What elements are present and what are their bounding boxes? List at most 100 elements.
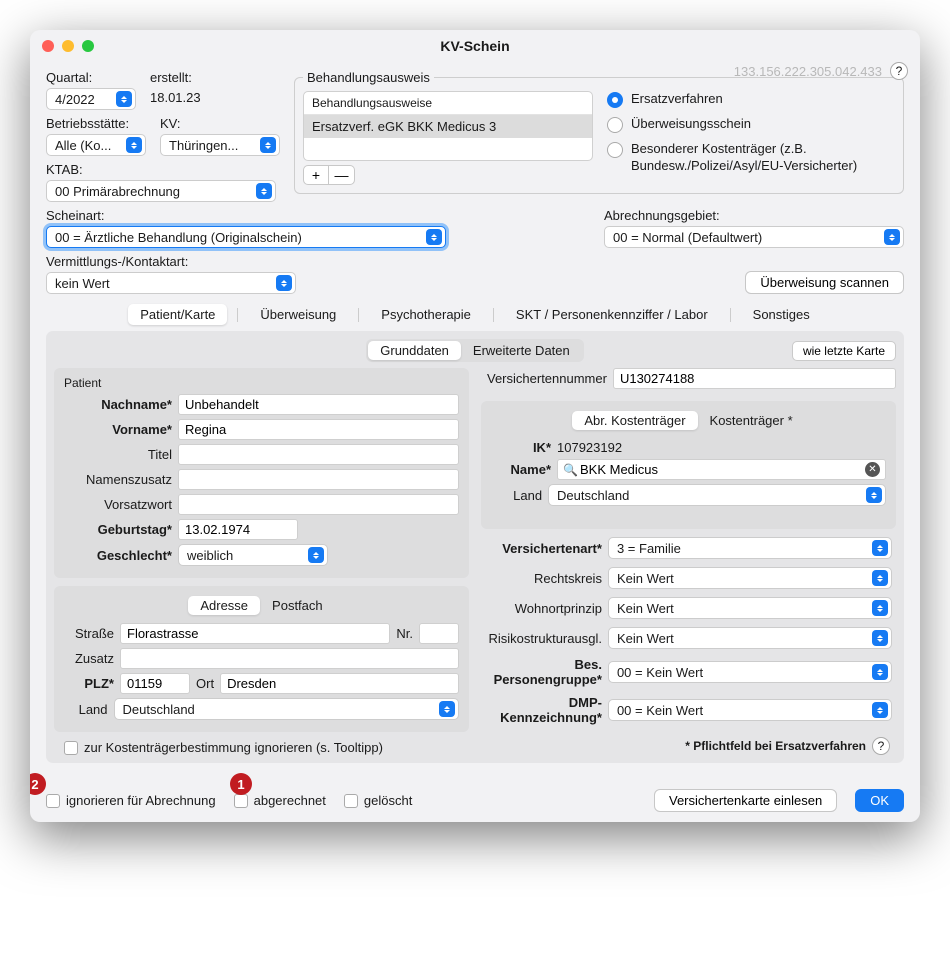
tab-grunddaten[interactable]: Grunddaten — [368, 341, 461, 360]
search-icon: 🔍 — [563, 463, 578, 477]
pflichtfeld-note: * Pflichtfeld bei Ersatzverfahren — [685, 739, 866, 753]
tab-skt[interactable]: SKT / Personenkennziffer / Labor — [504, 304, 720, 325]
abrechnungsgebiet-select[interactable]: 00 = Normal (Defaultwert) — [604, 226, 904, 248]
versichertenart-select[interactable]: 3 = Familie — [608, 537, 892, 559]
betriebsstaette-select[interactable]: Alle (Ko... — [46, 134, 146, 156]
remove-button[interactable]: — — [329, 165, 355, 185]
kt-name-label: Name* — [491, 462, 551, 477]
risiko-select[interactable]: Kein Wert — [608, 627, 892, 649]
behandlungsausweis-legend: Behandlungsausweis — [303, 70, 434, 85]
adresse-subpanel: Adresse Postfach StraßeNr. Zusatz PLZ*Or… — [54, 586, 469, 732]
tab-sonstiges[interactable]: Sonstiges — [741, 304, 822, 325]
geburtstag-label: Geburtstag* — [64, 522, 172, 537]
versichertennummer-label: Versichertennummer — [487, 371, 607, 386]
strasse-input[interactable] — [120, 623, 390, 644]
nachname-input[interactable] — [178, 394, 459, 415]
vorname-input[interactable] — [178, 419, 459, 440]
vorsatzwort-input[interactable] — [178, 494, 459, 515]
kv-schein-window: KV-Schein 133.156.222.305.042.433 ? Quar… — [30, 30, 920, 822]
ktab-select[interactable]: 00 Primärabrechnung — [46, 180, 276, 202]
scheinart-select[interactable]: 00 = Ärztliche Behandlung (Originalschei… — [46, 226, 446, 248]
clear-icon[interactable]: ✕ — [865, 462, 880, 477]
kostentraeger-tabs: Abr. Kostenträger Kostenträger * — [570, 409, 806, 432]
chevron-updown-icon — [872, 702, 888, 718]
kt-land-select[interactable]: Deutschland — [548, 484, 886, 506]
tab-psychotherapie[interactable]: Psychotherapie — [369, 304, 483, 325]
ok-button[interactable]: OK — [855, 789, 904, 812]
tab-ueberweisung[interactable]: Überweisung — [248, 304, 348, 325]
kv-select[interactable]: Thüringen... — [160, 134, 280, 156]
dmp-select[interactable]: 00 = Kein Wert — [608, 699, 892, 721]
chevron-updown-icon — [439, 701, 455, 717]
main-tabs: Patient/Karte Überweisung Psychotherapie… — [46, 304, 904, 325]
ktab-label: KTAB: — [46, 162, 280, 177]
chevron-updown-icon — [872, 600, 888, 616]
quartal-select[interactable]: 4/2022 — [46, 88, 136, 110]
ort-label: Ort — [196, 676, 214, 691]
abgerechnet-checkbox[interactable]: abgerechnet — [234, 793, 326, 808]
geburtstag-input[interactable] — [178, 519, 298, 540]
chevron-updown-icon — [872, 570, 888, 586]
zusatz-input[interactable] — [120, 648, 459, 669]
dmp-label: DMP-Kennzeichnung* — [485, 695, 602, 725]
tab-postfach[interactable]: Postfach — [260, 596, 335, 615]
erstellt-label: erstellt: — [150, 70, 201, 85]
geschlecht-select[interactable]: weiblich — [178, 544, 328, 566]
patient-legend: Patient — [64, 376, 459, 390]
list-item-empty — [304, 138, 592, 160]
pflicht-help-button[interactable]: ? — [872, 737, 890, 755]
wie-letzte-karte-button[interactable]: wie letzte Karte — [792, 341, 896, 361]
titel-input[interactable] — [178, 444, 459, 465]
patient-panel: Grunddaten Erweiterte Daten wie letzte K… — [46, 331, 904, 763]
tab-abr-kostentraeger[interactable]: Abr. Kostenträger — [572, 411, 697, 430]
ort-input[interactable] — [220, 673, 459, 694]
tab-kostentraeger[interactable]: Kostenträger * — [698, 411, 805, 430]
nachname-label: Nachname* — [64, 397, 172, 412]
behandlungsausweise-list[interactable]: Behandlungsausweise Ersatzverf. eGK BKK … — [303, 91, 593, 161]
ik-label: IK* — [491, 440, 551, 455]
rechtskreis-select[interactable]: Kein Wert — [608, 567, 892, 589]
personengruppe-select[interactable]: 00 = Kein Wert — [608, 661, 892, 683]
ignore-checkbox[interactable]: zur Kostenträgerbestimmung ignorieren (s… — [64, 740, 469, 755]
help-button[interactable]: ? — [890, 62, 908, 80]
namenszusatz-label: Namenszusatz — [64, 472, 172, 487]
ik-value: 107923192 — [557, 440, 622, 455]
geschlecht-label: Geschlecht* — [64, 548, 172, 563]
checkbox-icon — [234, 794, 248, 808]
kostentraeger-subpanel: Abr. Kostenträger Kostenträger * IK* 1079… — [481, 401, 896, 529]
radio-kostentraeger[interactable]: Besonderer Kostenträger (z.B. Bundesw./P… — [607, 141, 895, 175]
badge-1: 1 — [230, 773, 252, 795]
einlesen-button[interactable]: Versichertenkarte einlesen — [654, 789, 837, 812]
tab-patient[interactable]: Patient/Karte — [128, 304, 227, 325]
wohnort-label: Wohnortprinzip — [485, 601, 602, 616]
checkbox-icon — [344, 794, 358, 808]
tab-adresse[interactable]: Adresse — [188, 596, 260, 615]
wohnort-select[interactable]: Kein Wert — [608, 597, 892, 619]
nr-input[interactable] — [419, 623, 459, 644]
land-select[interactable]: Deutschland — [114, 698, 459, 720]
ueberweisung-scannen-button[interactable]: Überweisung scannen — [745, 271, 904, 294]
geloescht-checkbox[interactable]: gelöscht — [344, 793, 412, 808]
kt-name-input[interactable] — [557, 459, 886, 480]
radio-ersatzverfahren[interactable]: Ersatzverfahren — [607, 91, 895, 108]
list-item[interactable]: Ersatzverf. eGK BKK Medicus 3 — [304, 115, 592, 138]
vorsatzwort-label: Vorsatzwort — [64, 497, 172, 512]
rechtskreis-label: Rechtskreis — [485, 571, 602, 586]
vermittlung-select[interactable]: kein Wert — [46, 272, 296, 294]
plz-input[interactable] — [120, 673, 190, 694]
adresse-tabs: Adresse Postfach — [186, 594, 336, 617]
radio-icon — [607, 117, 623, 133]
chevron-updown-icon — [872, 664, 888, 680]
ignore-abrechnung-checkbox[interactable]: ignorieren für Abrechnung — [46, 793, 216, 808]
tab-erweiterte[interactable]: Erweiterte Daten — [461, 341, 582, 360]
namenszusatz-input[interactable] — [178, 469, 459, 490]
titel-label: Titel — [64, 447, 172, 462]
versichertenart-label: Versichertenart* — [485, 541, 602, 556]
chevron-updown-icon — [116, 91, 132, 107]
vermittlung-label: Vermittlungs-/Kontaktart: — [46, 254, 296, 269]
versichertennummer-input[interactable] — [613, 368, 896, 389]
chevron-updown-icon — [872, 630, 888, 646]
radio-ueberweisungsschein[interactable]: Überweisungsschein — [607, 116, 895, 133]
behandlungsausweis-group: Behandlungsausweis Behandlungsausweise E… — [294, 70, 904, 194]
add-button[interactable]: + — [303, 165, 329, 185]
